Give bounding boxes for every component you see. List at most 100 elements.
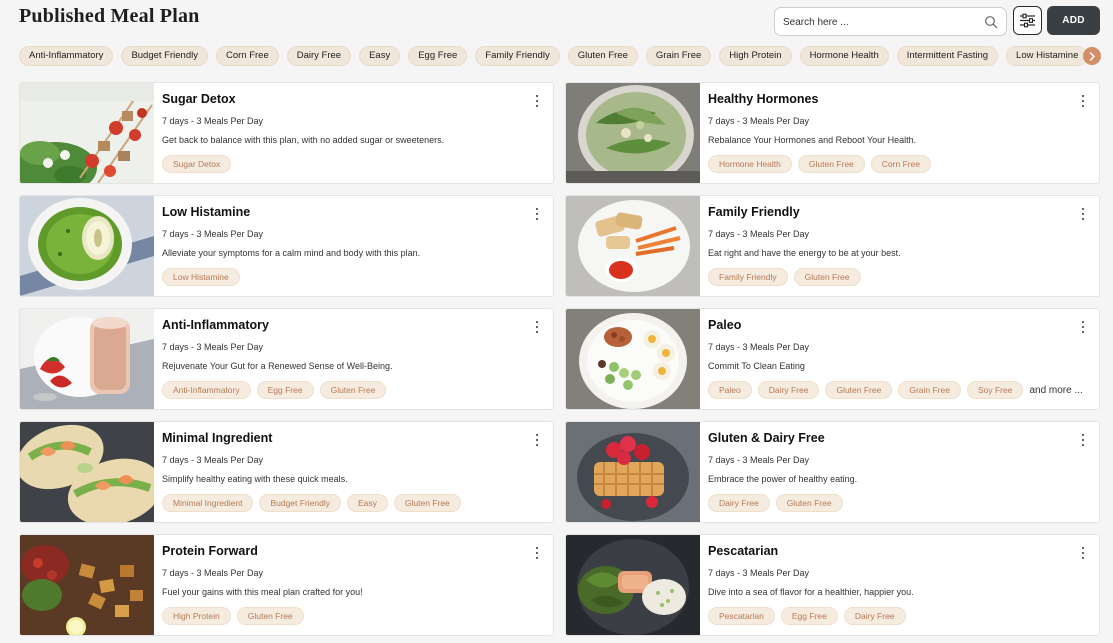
tag-chip[interactable]: Corn Free (870, 155, 932, 173)
tag-chip[interactable]: Soy Free (966, 381, 1024, 399)
meal-plan-title[interactable]: Low Histamine (162, 205, 250, 219)
kebab-icon[interactable] (532, 546, 542, 560)
meal-plan-card[interactable]: Sugar Detox 7 days - 3 Meals Per Day Get b… (19, 82, 554, 184)
meal-plan-card[interactable]: Pescatarian 7 days - 3 Meals Per Day Dive … (565, 534, 1100, 636)
search-input[interactable] (783, 13, 983, 31)
tag-chip[interactable]: Dairy Free (843, 607, 906, 625)
tag-chip[interactable]: Egg Free (780, 607, 838, 625)
tag-chip[interactable]: Gluten Free (797, 155, 865, 173)
tag-chip[interactable]: Anti-Inflammatory (162, 381, 251, 399)
kebab-icon[interactable] (1078, 433, 1088, 447)
meal-plan-description: Rejuvenate Your Gut for a Renewed Sense … (162, 361, 393, 371)
meal-plan-card[interactable]: Gluten & Dairy Free 7 days - 3 Meals Per … (565, 421, 1100, 523)
meal-plan-title[interactable]: Paleo (708, 318, 741, 332)
meal-plan-image[interactable] (566, 309, 700, 409)
tag-chip[interactable]: Hormone Health (708, 155, 792, 173)
meal-plan-duration: 7 days - 3 Meals Per Day (708, 229, 810, 239)
meal-plan-image[interactable] (566, 196, 700, 296)
filter-chip[interactable]: Dairy Free (286, 46, 352, 66)
tag-chip[interactable]: Grain Free (898, 381, 961, 399)
meal-plan-image[interactable] (566, 535, 700, 635)
filter-chip[interactable]: Family Friendly (475, 46, 560, 66)
add-button[interactable]: ADD (1047, 6, 1100, 35)
meal-plan-title[interactable]: Family Friendly (708, 205, 800, 219)
search-icon[interactable] (984, 15, 998, 29)
meal-plan-tags: High Protein Gluten Free (162, 607, 304, 625)
filter-chip[interactable]: Grain Free (645, 46, 712, 66)
tag-chip[interactable]: Gluten Free (319, 381, 387, 399)
more-tags-link[interactable]: and more ... (1029, 385, 1082, 396)
meal-plan-card[interactable]: Family Friendly 7 days - 3 Meals Per Day E… (565, 195, 1100, 297)
tag-chip[interactable]: Dairy Free (757, 381, 820, 399)
meal-plan-image[interactable] (20, 83, 154, 183)
tag-chip[interactable]: Family Friendly (708, 268, 788, 286)
filter-chip[interactable]: Low Histamine (1006, 46, 1089, 66)
meal-plan-description: Simplify healthy eating with these quick… (162, 474, 348, 484)
tag-chip[interactable]: Budget Friendly (259, 494, 341, 512)
tag-chip[interactable]: Gluten Free (236, 607, 304, 625)
meal-plan-image[interactable] (20, 309, 154, 409)
scroll-right-button[interactable] (1083, 47, 1101, 65)
kebab-icon[interactable] (1078, 546, 1088, 560)
tag-chip[interactable]: Egg Free (256, 381, 314, 399)
kebab-icon[interactable] (532, 94, 542, 108)
meal-plan-card[interactable]: Healthy Hormones 7 days - 3 Meals Per Day… (565, 82, 1100, 184)
tag-chip[interactable]: Low Histamine (162, 268, 240, 286)
tag-chip[interactable]: Gluten Free (825, 381, 893, 399)
tag-chip[interactable]: High Protein (162, 607, 231, 625)
filter-button[interactable] (1013, 6, 1042, 35)
tag-chip[interactable]: Minimal Ingredient (162, 494, 254, 512)
tag-chip[interactable]: Easy (347, 494, 388, 512)
meal-plan-card[interactable]: Protein Forward 7 days - 3 Meals Per Day F… (19, 534, 554, 636)
meal-plan-duration: 7 days - 3 Meals Per Day (708, 455, 810, 465)
tag-chip[interactable]: Paleo (708, 381, 752, 399)
meal-plan-card[interactable]: Paleo 7 days - 3 Meals Per Day Commit To C… (565, 308, 1100, 410)
meal-plan-duration: 7 days - 3 Meals Per Day (162, 455, 264, 465)
meal-plan-title[interactable]: Healthy Hormones (708, 92, 818, 106)
meal-plan-image[interactable] (20, 535, 154, 635)
filter-chip[interactable]: Intermittent Fasting (896, 46, 999, 66)
filter-chip[interactable]: Corn Free (215, 46, 279, 66)
filter-chip[interactable]: Easy (359, 46, 401, 66)
meal-plan-title[interactable]: Sugar Detox (162, 92, 236, 106)
tag-chip[interactable]: Sugar Detox (162, 155, 232, 173)
meal-plan-title[interactable]: Anti-Inflammatory (162, 318, 269, 332)
meal-plan-description: Dive into a sea of flavor for a healthie… (708, 587, 914, 597)
meal-plan-title[interactable]: Pescatarian (708, 544, 778, 558)
meal-plan-title[interactable]: Protein Forward (162, 544, 258, 558)
tag-chip[interactable]: Gluten Free (775, 494, 843, 512)
meal-plan-tags: Low Histamine (162, 268, 240, 286)
tag-chip[interactable]: Gluten Free (393, 494, 461, 512)
filter-bar: Anti-Inflammatory Budget Friendly Corn Fre… (0, 44, 1113, 68)
kebab-icon[interactable] (532, 207, 542, 221)
filter-chip[interactable]: High Protein (719, 46, 792, 66)
meal-plan-title[interactable]: Gluten & Dairy Free (708, 431, 825, 445)
kebab-icon[interactable] (1078, 320, 1088, 334)
kebab-icon[interactable] (532, 433, 542, 447)
filter-chip[interactable]: Anti-Inflammatory (19, 46, 114, 66)
meal-plan-image[interactable] (20, 422, 154, 522)
meal-plan-title[interactable]: Minimal Ingredient (162, 431, 272, 445)
meal-plan-image[interactable] (566, 422, 700, 522)
meal-plan-tags: Pescatarian Egg Free Dairy Free (708, 607, 906, 625)
tag-chip[interactable]: Pescatarian (708, 607, 775, 625)
meal-plan-image[interactable] (20, 196, 154, 296)
meal-plan-tags: Paleo Dairy Free Gluten Free Grain Free Soy … (708, 381, 1083, 399)
search-box[interactable] (774, 7, 1007, 36)
meal-plan-description: Alleviate your symptoms for a calm mind … (162, 248, 421, 258)
kebab-icon[interactable] (532, 320, 542, 334)
meal-plan-duration: 7 days - 3 Meals Per Day (708, 116, 810, 126)
filter-chip[interactable]: Budget Friendly (121, 46, 208, 66)
filter-chip[interactable]: Gluten Free (567, 46, 638, 66)
filter-chip[interactable]: Hormone Health (799, 46, 889, 66)
filter-chip[interactable]: Egg Free (408, 46, 468, 66)
meal-plan-image[interactable] (566, 83, 700, 183)
meal-plan-card[interactable]: Minimal Ingredient 7 days - 3 Meals Per D… (19, 421, 554, 523)
tag-chip[interactable]: Dairy Free (708, 494, 770, 512)
meal-plan-card[interactable]: Low Histamine 7 days - 3 Meals Per Day All… (19, 195, 554, 297)
kebab-icon[interactable] (1078, 94, 1088, 108)
tag-chip[interactable]: Gluten Free (793, 268, 861, 286)
kebab-icon[interactable] (1078, 207, 1088, 221)
page-title: Published Meal Plan (19, 5, 200, 27)
meal-plan-card[interactable]: Anti-Inflammatory 7 days - 3 Meals Per Da… (19, 308, 554, 410)
